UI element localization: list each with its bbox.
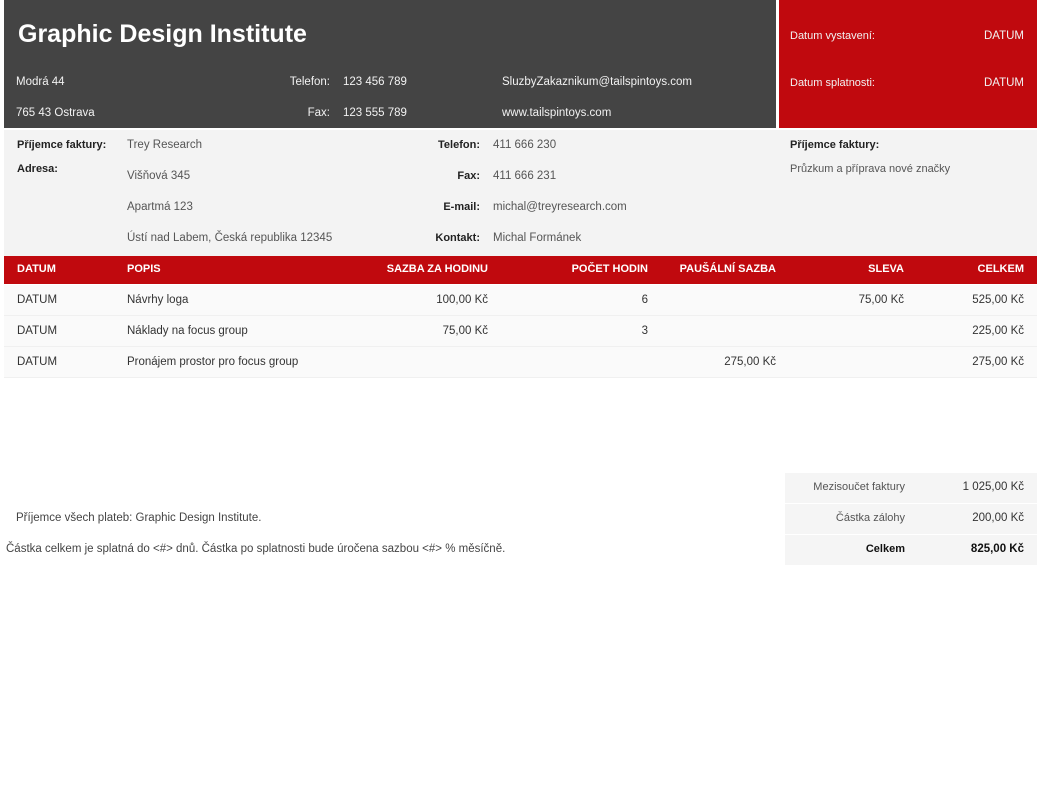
client-email: michal@treyresearch.com	[493, 201, 627, 213]
col-header-flat-rate: PAUŠÁLNÍ SAZBA	[679, 263, 776, 275]
subtotal-label: Mezisoučet faktury	[813, 481, 905, 493]
col-header-discount: SLEVA	[868, 263, 904, 275]
company-phone: 123 456 789	[343, 76, 407, 88]
company-phone-label: Telefon:	[289, 76, 330, 88]
address-label: Adresa:	[17, 163, 58, 175]
due-date-value: DATUM	[983, 77, 1024, 89]
company-email: SluzbyZakaznikum@tailspintoys.com	[502, 76, 692, 88]
cell-hourly-rate: 100,00 Kč	[436, 294, 488, 306]
recipient-name: Trey Research	[127, 139, 202, 151]
cell-date: DATUM	[17, 356, 58, 368]
payment-terms-note: Částka celkem je splatná do <#> dnů. Čás…	[6, 543, 506, 555]
company-city: 765 43 Ostrava	[16, 107, 95, 119]
company-website: www.tailspintoys.com	[502, 107, 612, 119]
cell-description: Pronájem prostor pro focus group	[127, 356, 299, 368]
cell-total: 275,00 Kč	[972, 356, 1024, 368]
address-line: Apartmá 123	[127, 201, 193, 213]
deposit-label: Částka zálohy	[835, 512, 905, 524]
client-contact-label: Kontakt:	[435, 232, 480, 244]
issue-date-value: DATUM	[983, 30, 1024, 42]
company-street: Modrá 44	[16, 76, 65, 88]
col-header-hourly-rate: SAZBA ZA HODINU	[386, 263, 488, 275]
cell-flat-rate: 275,00 Kč	[724, 356, 776, 368]
project-label: Příjemce faktury:	[790, 139, 880, 151]
cell-hours: 6	[641, 294, 648, 306]
client-phone: 411 666 230	[493, 139, 557, 151]
company-fax-label: Fax:	[307, 107, 330, 119]
client-phone-label: Telefon:	[438, 139, 480, 151]
client-fax-label: Fax:	[457, 170, 480, 182]
client-fax: 411 666 231	[493, 170, 557, 182]
col-header-hours: POČET HODIN	[571, 263, 648, 275]
cell-discount: 75,00 Kč	[858, 294, 904, 306]
grand-total-value: 825,00 Kč	[970, 543, 1024, 555]
recipient-label: Příjemce faktury:	[17, 139, 107, 151]
project-description: Průzkum a příprava nové značky	[790, 163, 951, 175]
col-header-date: DATUM	[17, 263, 56, 275]
company-fax: 123 555 789	[343, 107, 407, 119]
address-line: Višňová 345	[127, 170, 191, 182]
cell-total: 225,00 Kč	[972, 325, 1024, 337]
cell-description: Náklady na focus group	[127, 325, 248, 337]
subtotal-value: 1 025,00 Kč	[962, 481, 1024, 493]
dates-band	[779, 0, 1037, 128]
cell-hours: 3	[641, 325, 648, 337]
cell-date: DATUM	[17, 325, 58, 337]
col-header-total: CELKEM	[977, 263, 1024, 275]
col-header-description: POPIS	[127, 263, 161, 275]
cell-date: DATUM	[17, 294, 58, 306]
client-email-label: E-mail:	[443, 201, 480, 213]
grand-total-label: Celkem	[865, 543, 905, 555]
cell-description: Návrhy loga	[127, 294, 189, 306]
cell-hourly-rate: 75,00 Kč	[442, 325, 488, 337]
issue-date-label: Datum vystavení:	[790, 30, 875, 42]
address-line: Ústí nad Labem, Česká republika 12345	[127, 232, 333, 244]
due-date-label: Datum splatnosti:	[790, 77, 875, 89]
payee-note: Příjemce všech plateb: Graphic Design In…	[16, 512, 262, 524]
company-name: Graphic Design Institute	[18, 20, 307, 48]
cell-total: 525,00 Kč	[972, 294, 1024, 306]
deposit-value: 200,00 Kč	[972, 512, 1024, 524]
client-contact: Michal Formánek	[493, 232, 582, 244]
